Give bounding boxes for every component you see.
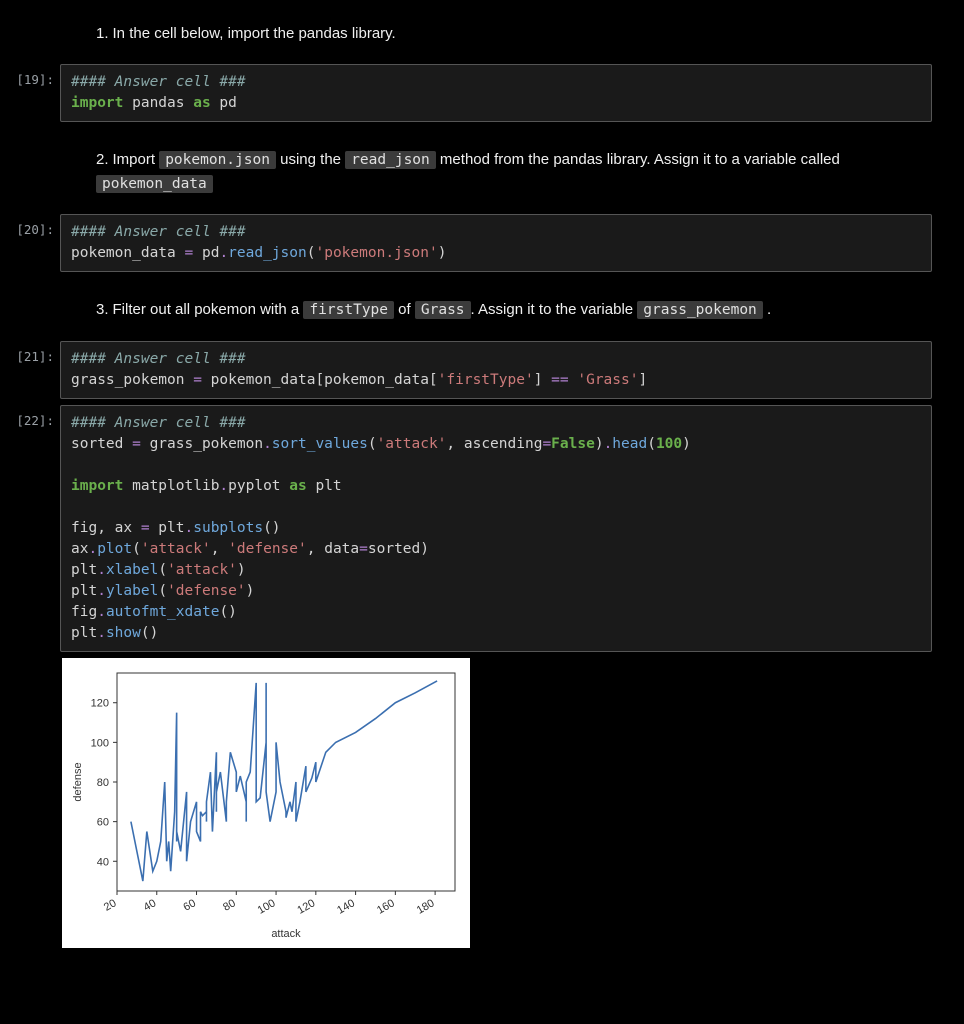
- svg-text:160: 160: [375, 897, 397, 917]
- code-input-19[interactable]: #### Answer cell ### import pandas as pd: [60, 64, 932, 122]
- svg-text:40: 40: [97, 856, 109, 868]
- svg-text:60: 60: [97, 816, 109, 828]
- code-cell-19: [19]: #### Answer cell ### import pandas…: [0, 64, 932, 122]
- inline-code: Grass: [415, 301, 471, 319]
- markdown-q2: 2.Import pokemon.json using the read_jso…: [0, 128, 964, 208]
- prompt-20: [20]:: [0, 214, 60, 237]
- code-input-22[interactable]: #### Answer cell ### sorted = grass_poke…: [60, 405, 932, 652]
- svg-text:120: 120: [91, 698, 109, 710]
- inline-code: pokemon_data: [96, 175, 213, 193]
- inline-code: firstType: [303, 301, 394, 319]
- code-input-20[interactable]: #### Answer cell ### pokemon_data = pd.r…: [60, 214, 932, 272]
- svg-text:100: 100: [256, 897, 278, 917]
- inline-code: grass_pokemon: [637, 301, 763, 319]
- svg-text:120: 120: [295, 897, 317, 917]
- q1-text: In the cell below, import the pandas lib…: [113, 25, 396, 42]
- markdown-q1: 1.In the cell below, import the pandas l…: [0, 18, 964, 58]
- prompt-22: [22]:: [0, 405, 60, 428]
- line-chart: 40 60 80 100 120 20 40 60 80 100 120 140 160 180 attac…: [67, 663, 465, 943]
- prompt-21: [21]:: [0, 341, 60, 364]
- svg-text:180: 180: [415, 897, 437, 917]
- svg-text:20: 20: [102, 897, 119, 914]
- markdown-q3: 3.Filter out all pokemon with a firstTyp…: [0, 278, 964, 334]
- inline-code: read_json: [345, 151, 436, 169]
- svg-text:attack: attack: [271, 928, 301, 940]
- svg-text:80: 80: [221, 897, 238, 914]
- list-number: 3.: [96, 298, 109, 322]
- svg-text:60: 60: [181, 897, 198, 914]
- svg-text:140: 140: [335, 897, 357, 917]
- list-number: 2.: [96, 148, 109, 172]
- svg-text:defense: defense: [72, 762, 84, 801]
- code-cell-22: [22]: #### Answer cell ### sorted = gras…: [0, 405, 932, 652]
- code-input-21[interactable]: #### Answer cell ### grass_pokemon = pok…: [60, 341, 932, 399]
- code-cell-20: [20]: #### Answer cell ### pokemon_data …: [0, 214, 932, 272]
- svg-text:80: 80: [97, 777, 109, 789]
- svg-text:40: 40: [142, 897, 159, 914]
- list-number: 1.: [96, 22, 109, 46]
- inline-code: pokemon.json: [159, 151, 276, 169]
- svg-text:100: 100: [91, 737, 109, 749]
- code-cell-21: [21]: #### Answer cell ### grass_pokemon…: [0, 341, 932, 399]
- prompt-19: [19]:: [0, 64, 60, 87]
- chart-output: 40 60 80 100 120 20 40 60 80 100 120 140 160 180 attac…: [62, 658, 470, 948]
